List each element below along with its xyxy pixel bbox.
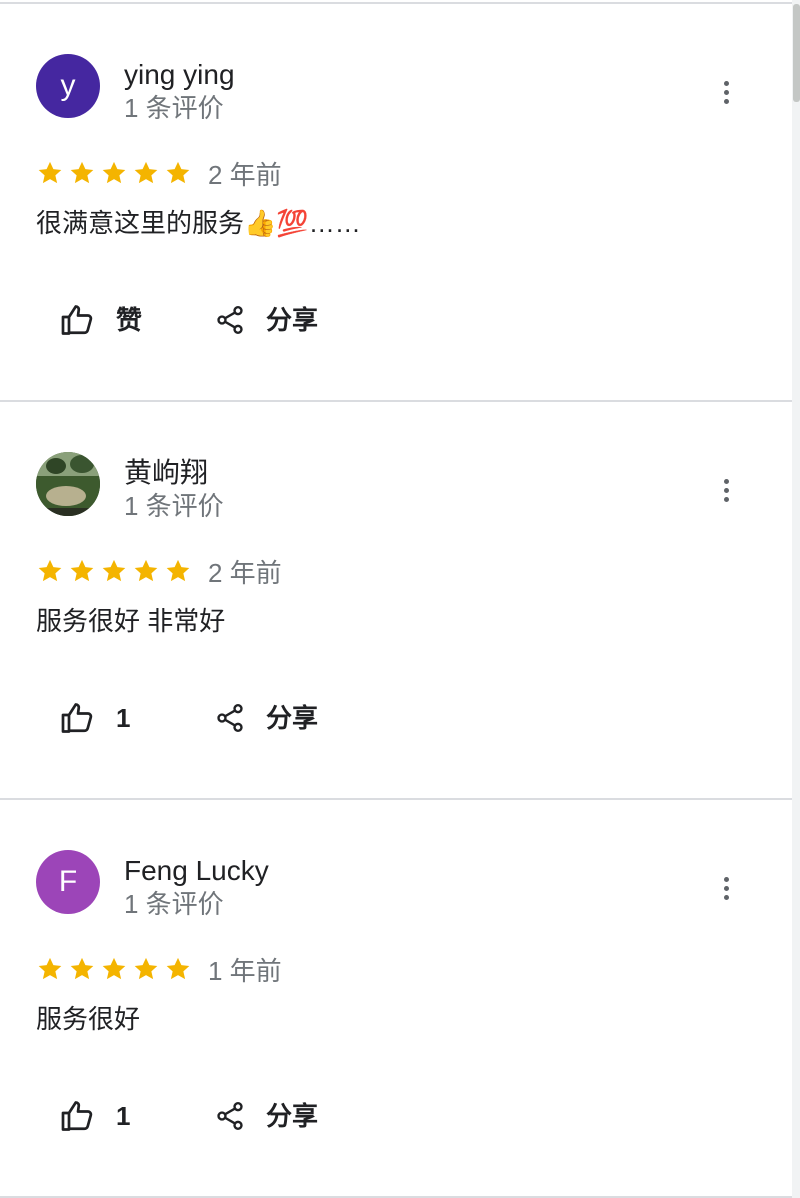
scrollbar-thumb[interactable] xyxy=(793,4,800,102)
share-label: 分享 xyxy=(266,1101,319,1131)
more-dot xyxy=(723,876,729,882)
star-icon xyxy=(70,161,94,184)
more-options-button[interactable] xyxy=(710,74,742,110)
like-count: 1 xyxy=(116,703,131,733)
review-time: 2 年前 xyxy=(208,160,282,190)
star-icon xyxy=(166,161,190,184)
review-count: 1 条评价 xyxy=(124,93,224,123)
avatar-photo[interactable] xyxy=(36,452,100,516)
star-icon xyxy=(166,957,190,980)
reviewer-name[interactable]: ying ying xyxy=(124,58,235,92)
star-icon xyxy=(134,161,158,184)
more-dot xyxy=(723,98,729,104)
like-button[interactable]: 赞 xyxy=(60,294,142,346)
star-rating xyxy=(36,554,192,588)
more-options-button[interactable] xyxy=(710,472,742,508)
review-text: 很满意这里的服务👍💯…… xyxy=(36,208,361,238)
more-options-button[interactable] xyxy=(710,870,742,906)
star-icon xyxy=(38,161,62,184)
more-dot xyxy=(723,496,729,502)
review-text: 服务很好 非常好 xyxy=(36,606,226,636)
review-card: F Feng Lucky 1 条评价 1 年前 服务很好 1 分享 xyxy=(0,800,792,1198)
like-label: 赞 xyxy=(116,305,143,335)
share-button[interactable]: 分享 xyxy=(214,692,318,744)
star-icon xyxy=(134,559,158,582)
star-rating xyxy=(36,156,192,190)
avatar[interactable]: F xyxy=(36,850,100,914)
avatar[interactable]: y xyxy=(36,54,100,118)
star-icon xyxy=(38,559,62,582)
share-icon xyxy=(217,704,243,732)
like-count: 1 xyxy=(116,1101,131,1131)
review-count: 1 条评价 xyxy=(124,491,224,521)
share-button[interactable]: 分享 xyxy=(214,294,318,346)
reviews-page: y ying ying 1 条评价 2 年前 很满意这里的服务👍💯…… 赞 分享 xyxy=(0,0,800,1198)
review-card: 黄岣翔 1 条评价 2 年前 服务很好 非常好 1 分享 xyxy=(0,402,792,800)
thumb-up-icon xyxy=(61,703,93,733)
review-text: 服务很好 xyxy=(36,1004,141,1034)
like-button[interactable]: 1 xyxy=(60,1090,130,1142)
review-count: 1 条评价 xyxy=(124,889,224,919)
more-dot xyxy=(723,80,729,86)
more-dot xyxy=(723,478,729,484)
star-icon xyxy=(38,957,62,980)
star-rating xyxy=(36,952,192,986)
reviewer-name[interactable]: Feng Lucky xyxy=(124,854,269,888)
thumb-up-icon xyxy=(61,305,93,335)
share-icon xyxy=(217,306,243,334)
star-icon xyxy=(134,957,158,980)
star-icon xyxy=(70,559,94,582)
share-button[interactable]: 分享 xyxy=(214,1090,318,1142)
more-dot xyxy=(723,89,729,95)
more-dot xyxy=(723,487,729,493)
more-dot xyxy=(723,894,729,900)
share-icon xyxy=(217,1102,243,1130)
like-button[interactable]: 1 xyxy=(60,692,130,744)
share-label: 分享 xyxy=(266,703,319,733)
star-icon xyxy=(70,957,94,980)
share-label: 分享 xyxy=(266,305,319,335)
reviewer-name[interactable]: 黄岣翔 xyxy=(124,456,208,490)
review-card: y ying ying 1 条评价 2 年前 很满意这里的服务👍💯…… 赞 分享 xyxy=(0,4,792,402)
avatar-image xyxy=(36,452,100,516)
review-time: 1 年前 xyxy=(208,956,282,986)
star-icon xyxy=(166,559,190,582)
star-icon xyxy=(102,957,126,980)
thumb-up-icon xyxy=(61,1101,93,1131)
star-icon xyxy=(102,559,126,582)
star-icon xyxy=(102,161,126,184)
more-dot xyxy=(723,885,729,891)
scrollbar[interactable] xyxy=(792,0,800,1198)
review-time: 2 年前 xyxy=(208,558,282,588)
